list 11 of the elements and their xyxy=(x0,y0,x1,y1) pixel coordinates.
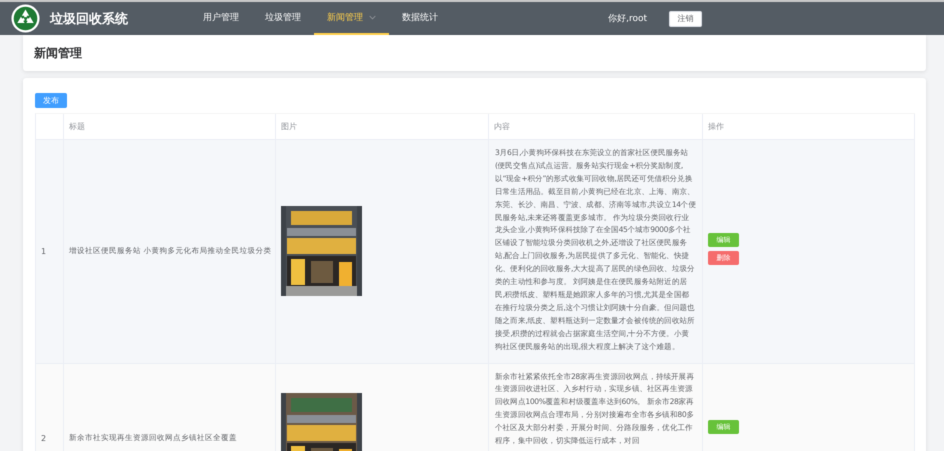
publish-button[interactable]: 发布 xyxy=(35,93,67,108)
nav-tab[interactable]: 数据统计 xyxy=(389,2,451,35)
app-title: 垃圾回收系统 xyxy=(50,10,128,28)
row-index: 2 xyxy=(41,434,46,442)
nav-tab[interactable]: 用户管理 xyxy=(190,2,252,35)
page-title: 新闻管理 xyxy=(34,44,82,62)
nav-tab[interactable]: 垃圾管理 xyxy=(252,2,314,35)
user-greeting: 你好,root xyxy=(608,13,647,25)
row-index: 1 xyxy=(41,246,46,256)
recycle-logo-icon xyxy=(11,4,40,33)
logout-button[interactable]: 注销 xyxy=(669,10,702,26)
